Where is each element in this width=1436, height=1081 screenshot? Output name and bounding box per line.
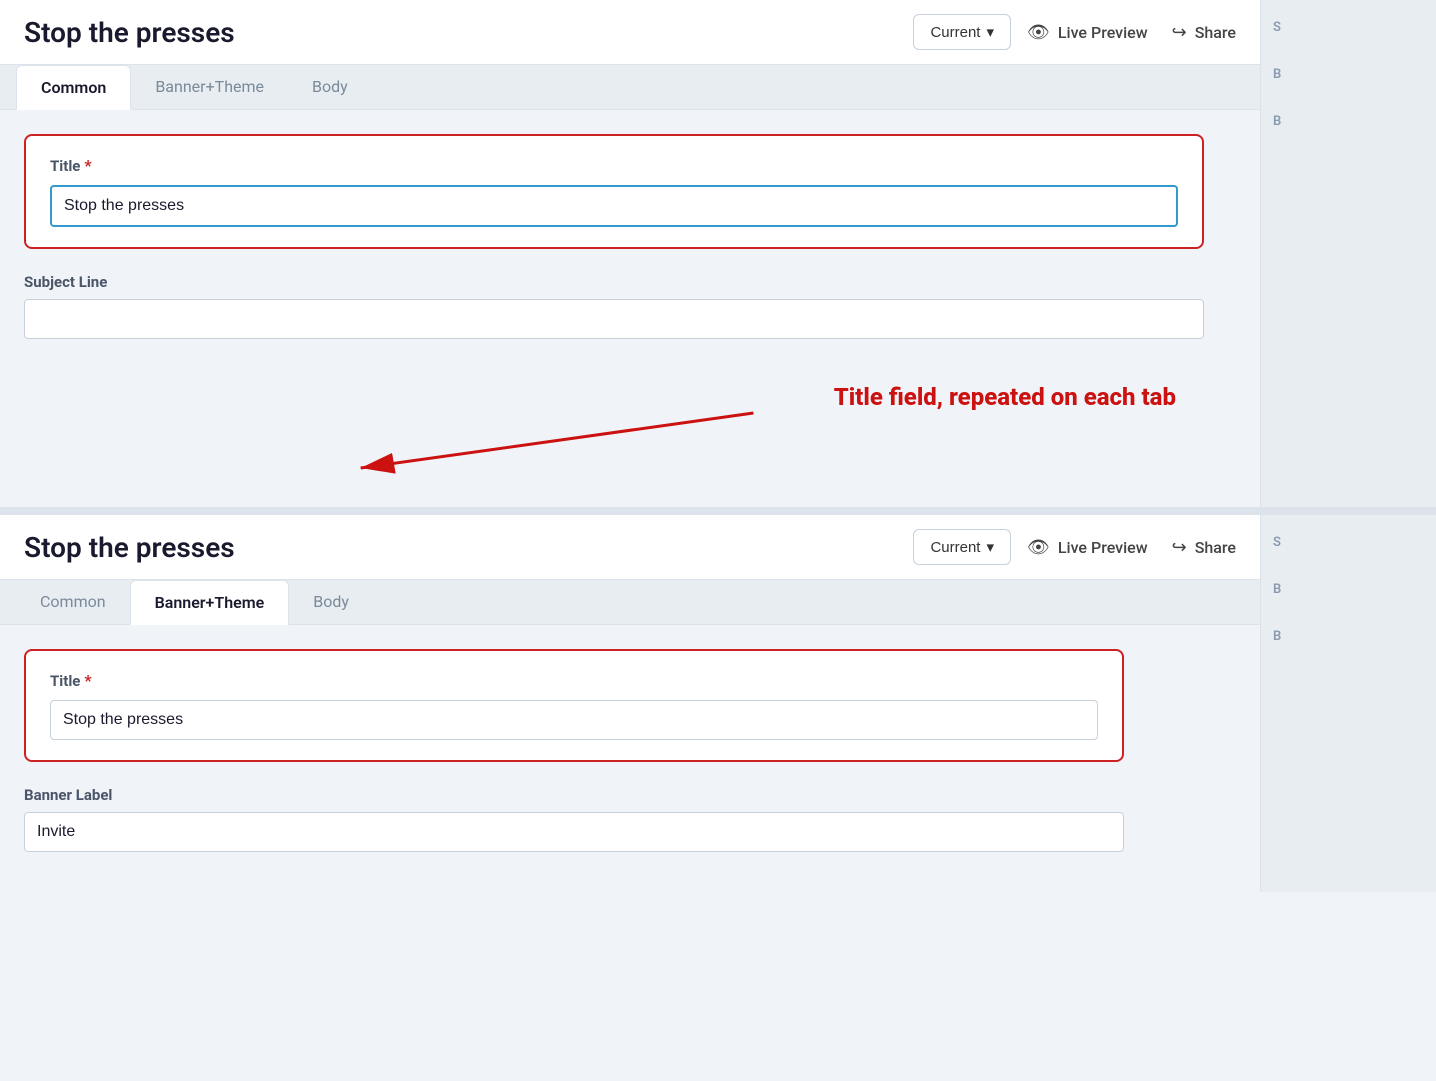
panel-divider <box>0 507 1436 515</box>
panel-2-main: Stop the presses Current ▾ 👁 Live Previe… <box>0 515 1260 892</box>
annotation-text: Title field, repeated on each tab <box>834 383 1176 412</box>
live-preview-button-1[interactable]: 👁 Live Preview <box>1027 22 1148 43</box>
content-1: Title * Subject Line <box>0 110 1260 507</box>
title-input-2[interactable] <box>50 700 1098 740</box>
page-title-2: Stop the presses <box>24 531 897 564</box>
title-label-1: Title * <box>50 156 1178 175</box>
page-title-1: Stop the presses <box>24 16 897 49</box>
header-1: Stop the presses Current ▾ 👁 Live Previe… <box>0 0 1260 65</box>
sidebar-label-b1: B <box>1273 67 1424 82</box>
panel-1-main: Stop the presses Current ▾ 👁 Live Previe… <box>0 0 1260 507</box>
sidebar-label-s1: S <box>1273 20 1424 35</box>
share-button-1[interactable]: ↪ Share <box>1172 22 1236 43</box>
banner-label-input[interactable] <box>24 812 1124 852</box>
tab-body-1[interactable]: Body <box>288 65 372 109</box>
share-button-2[interactable]: ↪ Share <box>1172 537 1236 558</box>
tab-body-2[interactable]: Body <box>289 580 373 624</box>
header-actions-2: 👁 Live Preview ↪ Share <box>1027 537 1236 558</box>
current-button-2[interactable]: Current ▾ <box>913 529 1011 565</box>
banner-label-section: Banner Label <box>24 786 1124 852</box>
eye-icon-2: 👁 <box>1027 537 1050 558</box>
subject-input-1[interactable] <box>24 299 1204 339</box>
panel-2: Stop the presses Current ▾ 👁 Live Previe… <box>0 515 1436 892</box>
tab-banner-theme-1[interactable]: Banner+Theme <box>131 65 288 109</box>
tab-common-2[interactable]: Common <box>16 580 130 624</box>
sidebar-label-b4: B <box>1273 629 1424 644</box>
current-label-1: Current <box>930 24 980 41</box>
annotation-area: Title field, repeated on each tab <box>24 363 1236 483</box>
banner-label-heading: Banner Label <box>24 786 1124 804</box>
eye-icon-1: 👁 <box>1027 22 1050 43</box>
required-star-2: * <box>84 671 91 690</box>
header-actions-1: 👁 Live Preview ↪ Share <box>1027 22 1236 43</box>
live-preview-label-2: Live Preview <box>1058 538 1148 557</box>
header-2: Stop the presses Current ▾ 👁 Live Previe… <box>0 515 1260 580</box>
current-label-2: Current <box>930 539 980 556</box>
panel-1: Stop the presses Current ▾ 👁 Live Previe… <box>0 0 1436 507</box>
annotation-arrow <box>24 363 1236 483</box>
title-field-card-1: Title * <box>24 134 1204 249</box>
chevron-down-icon-2: ▾ <box>986 538 994 556</box>
right-sidebar-1: S B B <box>1260 0 1436 507</box>
title-input-1[interactable] <box>50 185 1178 227</box>
share-label-1: Share <box>1195 23 1236 42</box>
content-2: Title * Banner Label <box>0 625 1260 892</box>
sidebar-label-b2: B <box>1273 114 1424 129</box>
live-preview-label-1: Live Preview <box>1058 23 1148 42</box>
tabs-2: Common Banner+Theme Body <box>0 580 1260 625</box>
subject-label-1: Subject Line <box>24 273 1204 291</box>
tab-banner-theme-2[interactable]: Banner+Theme <box>130 580 290 625</box>
tab-common-1[interactable]: Common <box>16 65 131 110</box>
right-sidebar-2: S B B <box>1260 515 1436 892</box>
subject-section-1: Subject Line <box>24 273 1204 339</box>
title-label-2: Title * <box>50 671 1098 690</box>
sidebar-label-s2: S <box>1273 535 1424 550</box>
chevron-down-icon-1: ▾ <box>986 23 994 41</box>
current-button-1[interactable]: Current ▾ <box>913 14 1011 50</box>
share-label-2: Share <box>1195 538 1236 557</box>
required-star-1: * <box>84 156 91 175</box>
sidebar-label-b3: B <box>1273 582 1424 597</box>
share-icon-1: ↪ <box>1172 22 1187 43</box>
live-preview-button-2[interactable]: 👁 Live Preview <box>1027 537 1148 558</box>
title-field-card-2: Title * <box>24 649 1124 762</box>
share-icon-2: ↪ <box>1172 537 1187 558</box>
tabs-1: Common Banner+Theme Body <box>0 65 1260 110</box>
